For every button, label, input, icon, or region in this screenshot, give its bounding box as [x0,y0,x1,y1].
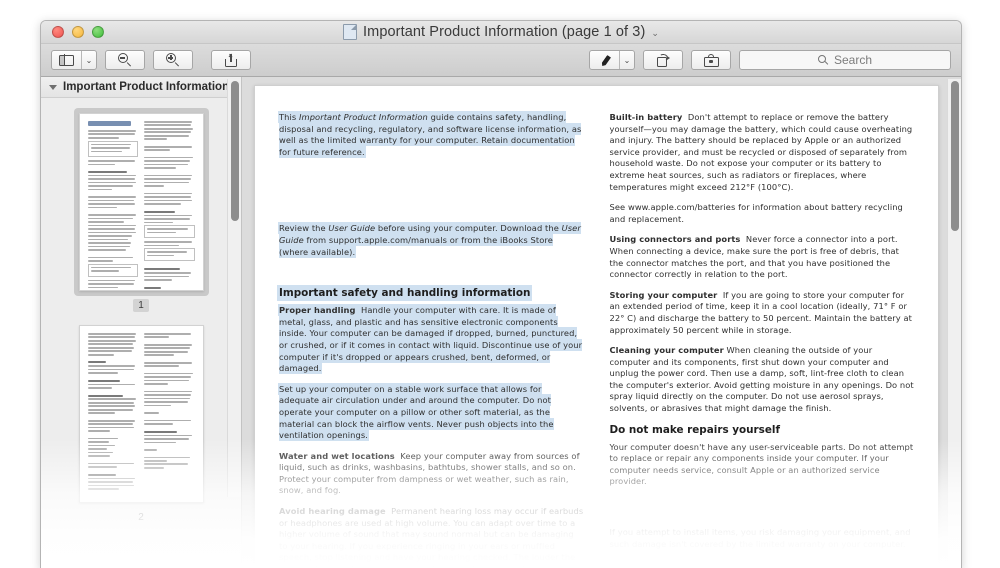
storing-paragraph: Storing your computer If you are going t… [609,289,912,335]
setup-paragraph: Set up your computer on a stable work su… [279,383,554,441]
pdf-viewer[interactable]: This Important Product Information guide… [242,77,961,568]
thumbnail-page-preview [78,325,204,503]
magnifier-minus-icon [118,53,132,67]
sidebar-title: Important Product Information [63,81,230,93]
thumbnail-frame[interactable] [74,320,209,508]
thumbnail-page-preview [78,113,204,291]
disclosure-triangle-icon[interactable] [49,84,57,90]
minimize-button[interactable] [72,26,84,38]
window-titlebar[interactable]: Important Product Information (page 1 of… [41,21,961,44]
search-placeholder: Search [833,53,873,67]
repairs-paragraph: Your computer doesn't have any user-serv… [609,441,914,487]
proper-handling-paragraph: Proper handling Handle your computer wit… [279,305,583,374]
thumbnail-item-1[interactable]: 1 [41,108,241,312]
pdf-page: This Important Product Information guide… [254,85,939,568]
window-title: Important Product Information (page 1 of… [363,24,646,40]
zoom-button[interactable] [92,26,104,38]
close-button[interactable] [52,26,64,38]
cleaning-paragraph: Cleaning your computer When cleaning the… [609,345,914,414]
page-left-column: This Important Product Information guide… [279,112,584,568]
toolbox-button[interactable] [691,50,731,70]
sidebar-icon [52,51,81,69]
zoom-out-button[interactable] [105,50,145,70]
chevron-down-icon[interactable]: ⌄ [620,51,634,69]
hearing-paragraph: Avoid hearing damage Permanent hearing l… [279,506,584,568]
search-inner: Search [817,53,873,67]
connectors-paragraph: Using connectors and ports Never force a… [609,234,899,280]
screenshot-root: Important Product Information (page 1 of… [0,0,1000,568]
sidebar-view-button[interactable]: ⌄ [51,50,97,70]
thumbnail-frame[interactable] [73,108,209,296]
preview-window: Important Product Information (page 1 of… [40,20,962,568]
traffic-light-group [52,26,104,38]
chevron-down-icon[interactable]: ⌄ [82,51,96,69]
thumbnail-list[interactable]: 1 2 [41,98,241,568]
share-button[interactable] [211,50,251,70]
thumbnail-page-number: 1 [133,299,149,312]
chevron-down-icon[interactable]: ⌄ [651,28,659,39]
sidebar-scrollbar[interactable] [227,79,241,497]
rotate-icon [656,52,670,67]
rotate-button[interactable] [643,50,683,70]
water-paragraph: Water and wet locations Keep your comput… [279,450,580,496]
battery-link-paragraph: See www.apple.com/batteries for informat… [609,202,903,224]
search-icon [817,54,829,66]
search-field[interactable]: Search [739,50,951,70]
thumbnail-sidebar: Important Product Information 1 2 [41,77,242,568]
window-content: Important Product Information 1 2 This I… [41,77,961,568]
intro-paragraph: This Important Product Information guide… [279,112,582,157]
viewer-scroll-thumb[interactable] [951,81,959,231]
thumbnail-item-2[interactable]: 2 [41,320,241,524]
zoom-in-button[interactable] [153,50,193,70]
toolbar-right-group: ⌄ Search [589,50,951,70]
page-right-column: Built-in battery Don't attempt to replac… [610,112,915,568]
toolbox-icon [703,53,719,67]
magnifier-plus-icon [166,53,180,67]
repairs-section-heading: Do not make repairs yourself [609,423,781,436]
safety-section-heading: Important safety and handling informatio… [279,287,531,300]
sidebar-header[interactable]: Important Product Information [41,77,241,98]
toolbar-left-group: ⌄ [51,50,251,70]
pen-icon [590,51,619,69]
window-title-group: Important Product Information (page 1 of… [41,21,961,43]
viewer-scrollbar[interactable] [947,79,961,565]
battery-paragraph: Built-in battery Don't attempt to replac… [609,112,913,192]
share-icon [225,53,237,67]
markup-toolbar-button[interactable]: ⌄ [589,50,635,70]
sidebar-scroll-thumb[interactable] [231,81,239,221]
main-toolbar: ⌄ ⌄ Search [41,44,961,77]
thumbnail-page-number: 2 [138,512,144,523]
review-paragraph: Review the User Guide before using your … [279,223,581,257]
document-icon [343,24,358,40]
install-warning-paragraph: If you attempt to install items, you ris… [609,527,911,549]
